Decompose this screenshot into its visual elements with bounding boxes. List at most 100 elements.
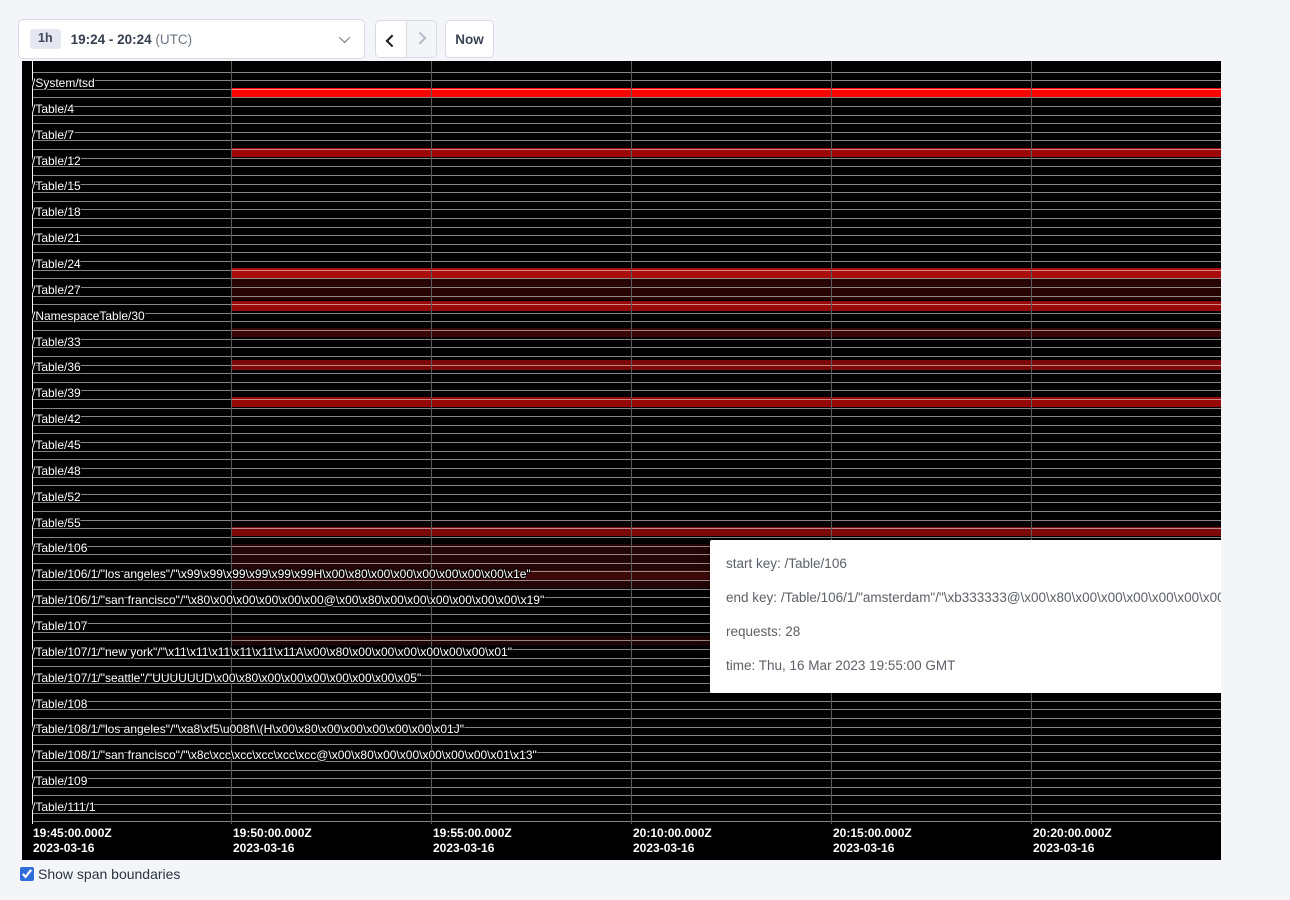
time-tick-label: 20:10:00.000Z2023-03-16: [633, 826, 712, 856]
tick-time: 20:10:00.000Z: [633, 826, 712, 841]
span-boundary-line: [32, 365, 1221, 366]
now-button[interactable]: Now: [445, 20, 494, 58]
span-boundary-line: [32, 778, 1221, 779]
span-boundary-line: [32, 468, 1221, 469]
time-toolbar: 1h 19:24 - 20:24 (UTC) Now: [0, 0, 1290, 61]
tooltip-requests-label: requests:: [726, 624, 782, 639]
time-tick-label: 19:55:00.000Z2023-03-16: [433, 826, 512, 856]
span-label: /System/tsd: [32, 76, 95, 90]
prev-interval-button[interactable]: [376, 21, 406, 57]
span-label: /Table/4: [32, 102, 74, 116]
tooltip-time-label: time:: [726, 658, 755, 673]
span-boundary-line: [32, 149, 1221, 150]
time-gridline: [831, 61, 832, 824]
span-label: /Table/108: [32, 697, 87, 711]
hover-tooltip: start key: /Table/106 end key: /Table/10…: [710, 540, 1221, 693]
span-boundary-line: [32, 821, 1221, 822]
span-label: /Table/55: [32, 516, 81, 530]
time-range-selector[interactable]: 1h 19:24 - 20:24 (UTC): [18, 19, 365, 59]
span-boundary-line: [32, 701, 1221, 702]
tick-time: 19:55:00.000Z: [433, 826, 512, 841]
span-boundary-line: [32, 72, 1221, 73]
span-boundary-line: [32, 192, 1221, 193]
span-boundary-line: [32, 709, 1221, 710]
show-span-boundaries-label: Show span boundaries: [38, 866, 180, 882]
span-label: /Table/21: [32, 231, 81, 245]
time-tick-label: 20:20:00.000Z2023-03-16: [1033, 826, 1112, 856]
span-boundary-line: [32, 804, 1221, 805]
span-boundary-line: [32, 459, 1221, 460]
span-label: /Table/106/1/"san francisco"/"\x80\x00\x…: [32, 593, 544, 607]
show-span-boundaries[interactable]: Show span boundaries: [20, 866, 180, 882]
span-label: /Table/109: [32, 774, 87, 788]
span-boundary-line: [32, 399, 1221, 400]
span-boundary-line: [32, 201, 1221, 202]
duration-badge: 1h: [30, 29, 61, 49]
time-gridline: [431, 61, 432, 824]
span-boundary-line: [32, 442, 1221, 443]
tick-date: 2023-03-16: [633, 841, 712, 856]
span-boundary-line: [32, 330, 1221, 331]
span-label: /Table/15: [32, 179, 81, 193]
tooltip-requests-value: 28: [785, 624, 800, 639]
span-boundary-line: [32, 511, 1221, 512]
span-boundary-line: [32, 451, 1221, 452]
tick-date: 2023-03-16: [833, 841, 912, 856]
tick-time: 20:20:00.000Z: [1033, 826, 1112, 841]
span-boundary-line: [32, 485, 1221, 486]
tooltip-time-value: Thu, 16 Mar 2023 19:55:00 GMT: [759, 658, 956, 673]
time-tick-label: 19:50:00.000Z2023-03-16: [233, 826, 312, 856]
span-boundary-line: [32, 416, 1221, 417]
next-interval-button[interactable]: [406, 21, 436, 57]
span-label: /NamespaceTable/30: [32, 309, 145, 323]
tooltip-start-key-value: /Table/106: [785, 556, 847, 571]
span-boundary-line: [32, 106, 1221, 107]
key-visualizer-canvas[interactable]: start key: /Table/106 end key: /Table/10…: [22, 61, 1221, 860]
span-boundary-line: [32, 494, 1221, 495]
time-tick-label: 20:15:00.000Z2023-03-16: [833, 826, 912, 856]
span-boundary-line: [32, 218, 1221, 219]
time-range-value: 19:24 - 20:24: [71, 32, 152, 47]
tick-time: 19:50:00.000Z: [233, 826, 312, 841]
span-boundary-line: [32, 244, 1221, 245]
tick-date: 2023-03-16: [433, 841, 512, 856]
span-label: /Table/52: [32, 490, 81, 504]
span-boundary-line: [32, 278, 1221, 279]
span-boundary-line: [32, 321, 1221, 322]
span-label: /Table/106: [32, 541, 87, 555]
span-boundary-line: [32, 313, 1221, 314]
span-boundary-line: [32, 89, 1221, 90]
span-boundary-line: [32, 296, 1221, 297]
span-boundary-line: [32, 356, 1221, 357]
tooltip-start-key: start key: /Table/106: [726, 554, 1221, 574]
span-label: /Table/36: [32, 360, 81, 374]
span-boundary-line: [32, 813, 1221, 814]
span-boundary-line: [32, 175, 1221, 176]
span-boundary-line: [32, 261, 1221, 262]
tick-date: 2023-03-16: [233, 841, 312, 856]
span-boundary-line: [32, 270, 1221, 271]
tooltip-end-key-label: end key:: [726, 590, 777, 605]
span-label: /Table/7: [32, 128, 74, 142]
tick-time: 19:45:00.000Z: [33, 826, 112, 841]
span-label: /Table/108/1/"san francisco"/"\x8c\xcc\x…: [32, 748, 537, 762]
span-boundary-line: [32, 390, 1221, 391]
span-label: /Table/12: [32, 154, 81, 168]
span-boundary-line: [32, 209, 1221, 210]
span-boundary-line: [32, 718, 1221, 719]
span-label: /Table/42: [32, 412, 81, 426]
span-boundary-line: [32, 795, 1221, 796]
span-boundary-line: [32, 252, 1221, 253]
span-boundary-line: [32, 235, 1221, 236]
span-boundary-line: [32, 433, 1221, 434]
span-label: /Table/111/1: [32, 800, 96, 814]
span-label: /Table/24: [32, 257, 81, 271]
span-label: /Table/39: [32, 386, 81, 400]
span-boundary-line: [32, 123, 1221, 124]
time-gridline: [231, 61, 232, 824]
span-boundary-line: [32, 184, 1221, 185]
show-span-boundaries-checkbox[interactable]: [20, 867, 34, 881]
span-boundary-line: [32, 528, 1221, 529]
span-boundary-line: [32, 373, 1221, 374]
time-gridline: [1031, 61, 1032, 824]
